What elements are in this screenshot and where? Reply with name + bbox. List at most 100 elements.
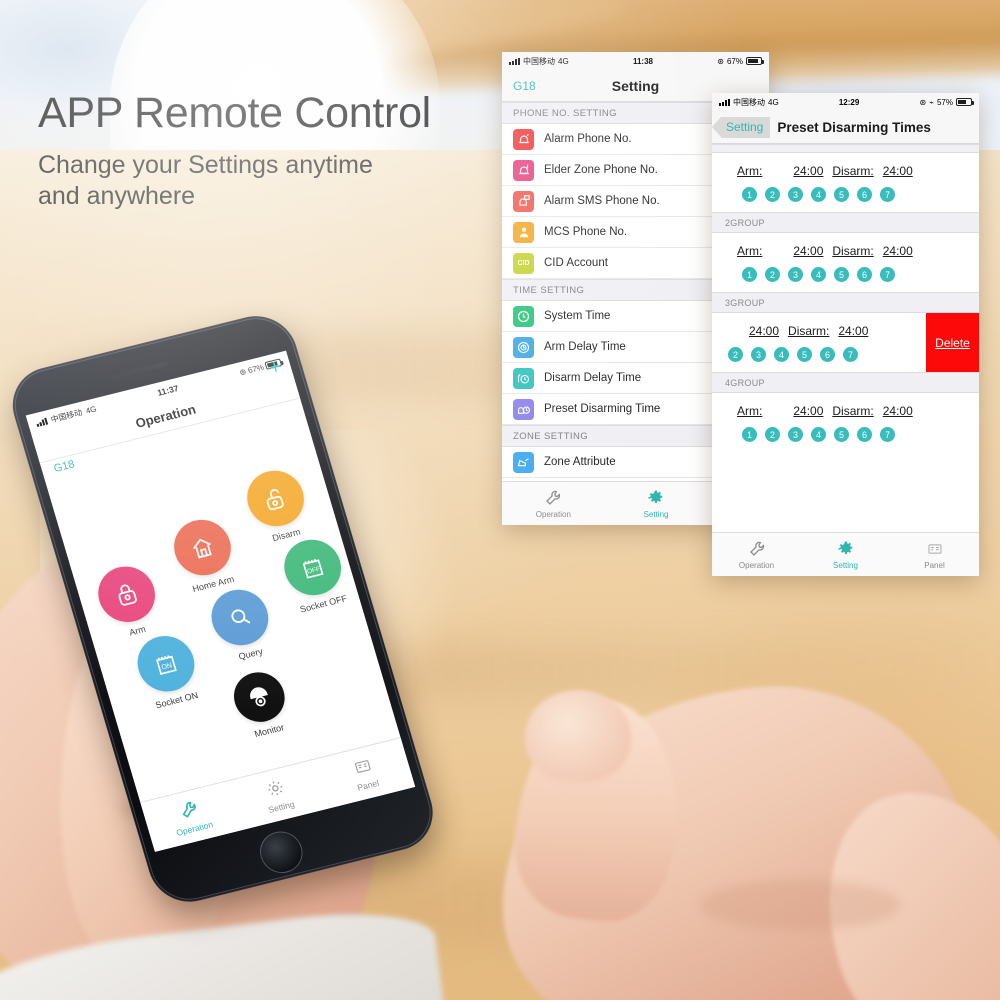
day-chips: 1 2 3 4 5 6 7 [712, 258, 979, 282]
tab-setting[interactable]: Setting [605, 489, 708, 519]
op-button-arm[interactable]: Arm [78, 557, 180, 645]
carrier-area: 中国移动 4G [719, 97, 779, 108]
delete-button[interactable]: Delete [926, 313, 979, 372]
row-label: Arm Delay Time [544, 341, 626, 353]
arm-time[interactable]: 24:00 [793, 244, 823, 258]
signal-bars-icon [509, 57, 520, 65]
alarm-clock-icon: ⊛ [717, 56, 724, 66]
tab-label: Setting [643, 509, 669, 519]
day-chip[interactable]: 5 [834, 187, 849, 202]
day-chip[interactable]: 4 [774, 347, 789, 362]
network-label: 4G [768, 97, 779, 107]
arm-label: Arm: [737, 244, 763, 258]
day-chip[interactable]: 4 [811, 427, 826, 442]
lock-closed-icon [91, 560, 162, 628]
gear-icon [605, 489, 708, 509]
day-chip[interactable]: 4 [811, 187, 826, 202]
day-chip[interactable]: 3 [788, 267, 803, 282]
day-chip[interactable]: 7 [880, 267, 895, 282]
socket-off-icon: OFF [277, 533, 348, 602]
headline-block: APP Remote Control Change your Settings … [38, 92, 431, 211]
disarm-time[interactable]: 24:00 [883, 404, 913, 418]
day-chip[interactable]: 5 [834, 427, 849, 442]
group-row-2[interactable]: Arm: 24:00 Disarm: 24:00 1 2 3 4 5 6 7 [712, 233, 979, 292]
arm-time[interactable]: 24:00 [793, 404, 823, 418]
alarm-bell-icon [513, 128, 534, 150]
row-label: Preset Disarming Time [544, 403, 661, 415]
tab-setting[interactable]: Setting [801, 540, 890, 570]
cid-icon: CID [513, 252, 534, 274]
contact-icon [513, 221, 534, 243]
disarm-time[interactable]: 24:00 [883, 244, 913, 258]
day-chip[interactable]: 4 [811, 267, 826, 282]
day-chip[interactable]: 1 [742, 267, 757, 282]
day-chip[interactable]: 1 [742, 427, 757, 442]
arm-time[interactable]: 24:00 [793, 164, 823, 178]
wrench-icon [502, 489, 605, 509]
tab-operation[interactable]: Operation [502, 489, 605, 519]
battery-percent: 67% [246, 362, 265, 375]
clock-icon [513, 305, 534, 327]
fingertip [525, 690, 631, 782]
day-chips: 1 2 3 4 5 6 7 [712, 178, 979, 202]
day-chip[interactable]: 2 [728, 347, 743, 362]
row-label: Alarm SMS Phone No. [544, 195, 660, 207]
group-row-1[interactable]: Arm: 24:00 Disarm: 24:00 1 2 3 4 5 6 7 [712, 153, 979, 212]
arm-label: Arm: [737, 404, 763, 418]
day-chip[interactable]: 6 [857, 427, 872, 442]
day-chip[interactable]: 2 [765, 267, 780, 282]
setting-status-bar: 中国移动 4G 11:38 ⊛ 67% [502, 52, 769, 70]
day-chip[interactable]: 1 [742, 187, 757, 202]
subtitle-line-1: Change your Settings anytime [38, 151, 373, 179]
op-button-disarm[interactable]: Disarm [227, 461, 329, 549]
disarm-label: Disarm: [832, 404, 874, 418]
day-chip[interactable]: 5 [797, 347, 812, 362]
day-chip[interactable]: 3 [788, 427, 803, 442]
day-chip[interactable]: 7 [880, 187, 895, 202]
disarm-label: Disarm: [832, 244, 874, 258]
row-label: Disarm Delay Time [544, 372, 642, 384]
time-line: Arm: 24:00 Disarm: 24:00 [712, 244, 979, 258]
tab-label: Operation [738, 560, 775, 570]
tab-panel[interactable]: Panel [890, 540, 979, 570]
day-chip[interactable]: 3 [788, 187, 803, 202]
day-chip[interactable]: 3 [751, 347, 766, 362]
lock-open-icon [240, 464, 311, 533]
disarm-time[interactable]: 24:00 [838, 324, 868, 338]
day-chip[interactable]: 6 [857, 267, 872, 282]
status-time: 11:38 [632, 56, 653, 66]
disarm-label: Disarm: [832, 164, 874, 178]
day-chip[interactable]: 7 [880, 427, 895, 442]
group-header-partial [712, 144, 979, 153]
camera-dome-icon [227, 667, 291, 728]
back-button[interactable]: Setting [712, 116, 771, 138]
arm-delay-icon [513, 336, 534, 358]
signal-bars-icon [719, 98, 730, 106]
group-row-3[interactable]: 24:00 Disarm: 24:00 2 3 4 5 6 7 Delete [712, 313, 979, 372]
alarm-clock-icon: ⊛ [919, 97, 927, 107]
arm-time[interactable]: 24:00 [749, 324, 779, 338]
group-row-4[interactable]: Arm: 24:00 Disarm: 24:00 1 2 3 4 5 6 7 [712, 393, 979, 452]
day-chip[interactable]: 6 [857, 187, 872, 202]
group-header-3: 3GROUP [712, 292, 979, 313]
day-chip[interactable]: 2 [765, 427, 780, 442]
row-label: Alarm Phone No. [544, 133, 632, 145]
svg-text:ON: ON [161, 662, 173, 671]
page-title: Operation [133, 401, 198, 431]
zone-icon [513, 451, 534, 473]
disarm-time[interactable]: 24:00 [883, 164, 913, 178]
signal-bars-icon [35, 417, 49, 428]
day-chip[interactable]: 7 [843, 347, 858, 362]
network-label: 4G [558, 56, 569, 66]
tab-operation[interactable]: Operation [712, 540, 801, 570]
op-button-monitor[interactable]: Monitor [211, 663, 311, 746]
row-label: CID Account [544, 257, 608, 269]
day-chip[interactable]: 6 [820, 347, 835, 362]
carrier-label: 中国移动 [733, 97, 765, 107]
page-title: Preset Disarming Times [777, 119, 931, 135]
alarm-clock-icon: ⊛ [238, 366, 248, 377]
disarm-label: Disarm: [788, 324, 830, 338]
day-chip[interactable]: 5 [834, 267, 849, 282]
day-chip[interactable]: 2 [765, 187, 780, 202]
tab-label: Operation [535, 509, 571, 519]
